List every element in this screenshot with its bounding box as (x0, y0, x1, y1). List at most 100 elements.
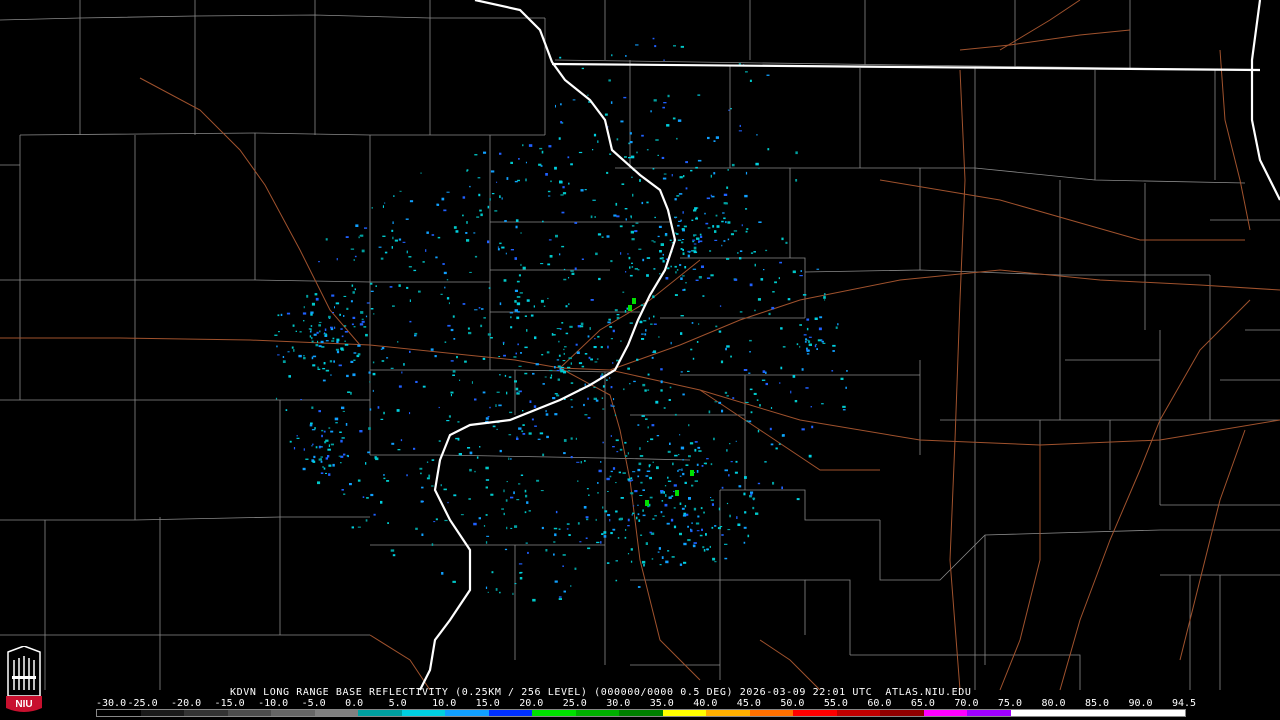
echo-pixel (615, 510, 618, 513)
echo-pixel (654, 45, 657, 48)
echo-pixel (661, 156, 665, 159)
echo-pixel (306, 294, 309, 298)
echo-pixel (653, 99, 657, 102)
echo-pixel (792, 375, 796, 378)
echo-pixel (646, 149, 649, 151)
echo-pixel (577, 480, 579, 482)
echo-pixel (320, 472, 324, 474)
echo-pixel (322, 466, 324, 468)
echo-pixel (645, 418, 648, 420)
echo-pixel (344, 331, 348, 333)
echo-pixel (730, 108, 732, 110)
echo-pixel (568, 534, 571, 536)
echo-pixel (782, 346, 786, 348)
echo-pixel (311, 302, 315, 306)
echo-pixel (576, 461, 580, 463)
echo-pixel (584, 414, 588, 416)
echo-pixel (318, 410, 321, 413)
echo-pixel (763, 269, 765, 271)
echo-pixel (819, 316, 823, 319)
echo-pixel (835, 326, 838, 329)
echo-pixel (659, 273, 661, 275)
echo-pixel (641, 134, 644, 137)
echo-pixel (684, 505, 687, 508)
echo-pixel (624, 208, 628, 210)
echo-pixel (366, 302, 370, 304)
echo-pixel (571, 272, 575, 275)
university-seal-icon: NIU (6, 646, 42, 714)
echo-pixel (530, 314, 534, 317)
echo-pixel (821, 403, 824, 405)
echo-pixel (657, 551, 660, 553)
echo-pixel (518, 483, 521, 485)
echo-pixel (802, 294, 807, 296)
echo-pixel (790, 390, 792, 394)
echo-pixel (438, 440, 441, 442)
echo-pixel (694, 448, 697, 452)
echo-pixel (436, 203, 439, 206)
echo-pixel (673, 484, 677, 487)
echo-pixel (433, 521, 436, 523)
echo-pixel (749, 388, 753, 391)
echo-pixel (639, 320, 643, 324)
echo-pixel (510, 249, 514, 251)
echo-pixel (583, 506, 587, 509)
echo-pixel (808, 336, 812, 338)
echo-pixel (380, 257, 384, 260)
echo-pixel (610, 532, 613, 535)
echo-pixel (700, 235, 703, 238)
echo-pixel (598, 469, 602, 473)
echo-pixel (318, 321, 322, 323)
echo-pixel (755, 512, 759, 515)
echo-pixel (392, 305, 395, 307)
echo-pixel (542, 383, 545, 385)
echo-pixel (719, 526, 723, 528)
echo-pixel (698, 323, 700, 325)
echo-pixel (744, 511, 747, 514)
echo-pixel (559, 180, 563, 184)
echo-pixel (691, 484, 694, 487)
echo-pixel (627, 253, 629, 255)
echo-pixel (704, 212, 706, 215)
echo-pixel (499, 152, 502, 155)
echo-pixel (560, 103, 562, 106)
echo-pixel (622, 472, 626, 474)
echo-pixel (547, 263, 551, 266)
echo-pixel (714, 525, 717, 527)
echo-pixel (544, 376, 547, 378)
echo-pixel (714, 239, 718, 241)
colorbar-swatch (532, 710, 576, 716)
echo-pixel (313, 333, 317, 336)
echo-pixel (616, 316, 620, 320)
echo-pixel (286, 312, 291, 315)
echo-pixel (450, 328, 454, 332)
echo-pixel (682, 514, 687, 517)
echo-pixel (627, 367, 630, 370)
echo-pixel (752, 497, 756, 500)
echo-pixel (574, 567, 577, 570)
echo-pixel (539, 147, 543, 150)
echo-pixel (645, 475, 649, 477)
echo-pixel (683, 225, 687, 228)
echo-pixel (584, 383, 586, 386)
echo-pixel (710, 497, 712, 498)
echo-pixel (652, 461, 654, 463)
echo-pixel (453, 494, 457, 497)
echo-pixel (737, 252, 739, 254)
echo-pixel (496, 428, 498, 430)
echo-pixel (542, 453, 545, 457)
echo-pixel (663, 59, 665, 61)
colorbar-label: 30.0 (606, 698, 631, 709)
echo-pixel (594, 338, 596, 340)
echo-pixel (361, 320, 365, 323)
echo-pixel (767, 148, 770, 151)
echo-pixel (587, 547, 591, 550)
echo-pixel (324, 334, 327, 337)
echo-pixel (609, 377, 611, 379)
echo-pixel (540, 165, 543, 167)
echo-pixel (495, 588, 498, 591)
echo-pixel (662, 260, 665, 263)
echo-pixel (570, 406, 574, 408)
echo-pixel (510, 527, 513, 529)
echo-pixel (561, 322, 564, 324)
